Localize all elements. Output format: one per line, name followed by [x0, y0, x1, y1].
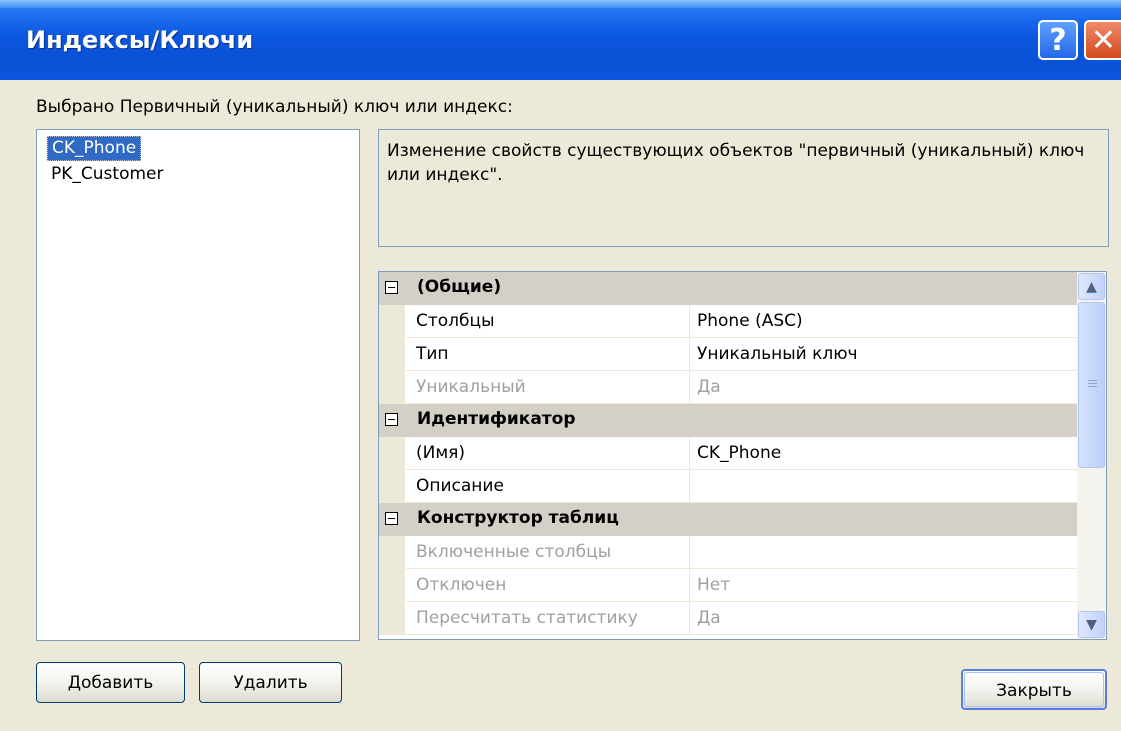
- chevron-up-icon: ▲: [1086, 278, 1097, 295]
- property-row-columns[interactable]: Столбцы Phone (ASC): [379, 305, 1077, 338]
- property-name: Отключен: [406, 569, 690, 602]
- row-gutter: [379, 305, 405, 338]
- property-name: Пересчитать статистику: [406, 602, 690, 635]
- add-button[interactable]: Добавить: [36, 662, 185, 703]
- row-gutter: [379, 437, 405, 470]
- property-value[interactable]: Уникальный ключ: [690, 338, 1077, 371]
- property-value: Да: [690, 371, 1077, 404]
- property-name: (Имя): [406, 437, 690, 470]
- list-item-pk-customer[interactable]: PK_Customer: [47, 163, 167, 186]
- category-general[interactable]: (Общие): [379, 272, 1077, 305]
- scroll-thumb[interactable]: [1078, 302, 1105, 468]
- row-gutter: [379, 536, 405, 569]
- category-identity[interactable]: Идентификатор: [379, 404, 1077, 437]
- property-name: Столбцы: [406, 305, 690, 338]
- property-name: Включенные столбцы: [406, 536, 690, 569]
- row-gutter: [379, 470, 405, 503]
- property-value: Нет: [690, 569, 1077, 602]
- description-panel: Изменение свойств существующих объектов …: [378, 129, 1109, 247]
- collapse-icon[interactable]: [385, 413, 398, 426]
- indexes-keys-dialog: Индексы/Ключи ? ✕ Выбрано Первичный (уни…: [0, 0, 1121, 731]
- help-icon: ?: [1049, 22, 1067, 58]
- property-value[interactable]: Phone (ASC): [690, 305, 1077, 338]
- category-label: (Общие): [417, 277, 502, 297]
- property-row-description[interactable]: Описание: [379, 470, 1077, 503]
- delete-button[interactable]: Удалить: [199, 662, 342, 703]
- close-button[interactable]: Закрыть: [961, 669, 1107, 710]
- selected-label: Выбрано Первичный (уникальный) ключ или …: [36, 97, 513, 117]
- keys-list[interactable]: CK_Phone PK_Customer: [36, 129, 360, 641]
- row-gutter: [379, 338, 405, 371]
- property-value: Да: [690, 602, 1077, 635]
- list-item-ck-phone[interactable]: CK_Phone: [47, 136, 142, 161]
- row-gutter: [379, 371, 405, 404]
- property-row-type[interactable]: Тип Уникальный ключ: [379, 338, 1077, 371]
- property-name: Уникальный: [406, 371, 690, 404]
- property-row-name[interactable]: (Имя) CK_Phone: [379, 437, 1077, 470]
- row-gutter: [379, 602, 405, 635]
- close-icon: ✕: [1090, 22, 1117, 58]
- category-table-designer[interactable]: Конструктор таблиц: [379, 503, 1077, 536]
- property-name: Описание: [406, 470, 690, 503]
- title-bar[interactable]: Индексы/Ключи ? ✕: [0, 0, 1121, 80]
- chevron-down-icon: ▼: [1086, 616, 1097, 633]
- grip-icon: [1088, 380, 1097, 388]
- scroll-up-button[interactable]: ▲: [1078, 273, 1105, 300]
- property-row-recompute-statistics: Пересчитать статистику Да: [379, 602, 1077, 635]
- category-label: Идентификатор: [417, 409, 576, 429]
- collapse-icon[interactable]: [385, 281, 398, 294]
- collapse-icon[interactable]: [385, 512, 398, 525]
- help-button[interactable]: ?: [1038, 20, 1078, 60]
- row-gutter: [379, 569, 405, 602]
- property-row-included-columns: Включенные столбцы: [379, 536, 1077, 569]
- property-value[interactable]: CK_Phone: [690, 437, 1077, 470]
- property-grid[interactable]: (Общие) Столбцы Phone (ASC) Тип Уникальн…: [378, 271, 1107, 640]
- category-label: Конструктор таблиц: [417, 508, 619, 528]
- window-title: Индексы/Ключи: [26, 26, 254, 54]
- vertical-scrollbar[interactable]: ▲ ▼: [1077, 272, 1106, 639]
- property-row-unique: Уникальный Да: [379, 371, 1077, 404]
- property-value: [690, 536, 1077, 569]
- close-window-button[interactable]: ✕: [1084, 20, 1121, 60]
- scroll-down-button[interactable]: ▼: [1078, 611, 1105, 638]
- property-value[interactable]: [690, 470, 1077, 503]
- property-row-disabled: Отключен Нет: [379, 569, 1077, 602]
- property-name: Тип: [406, 338, 690, 371]
